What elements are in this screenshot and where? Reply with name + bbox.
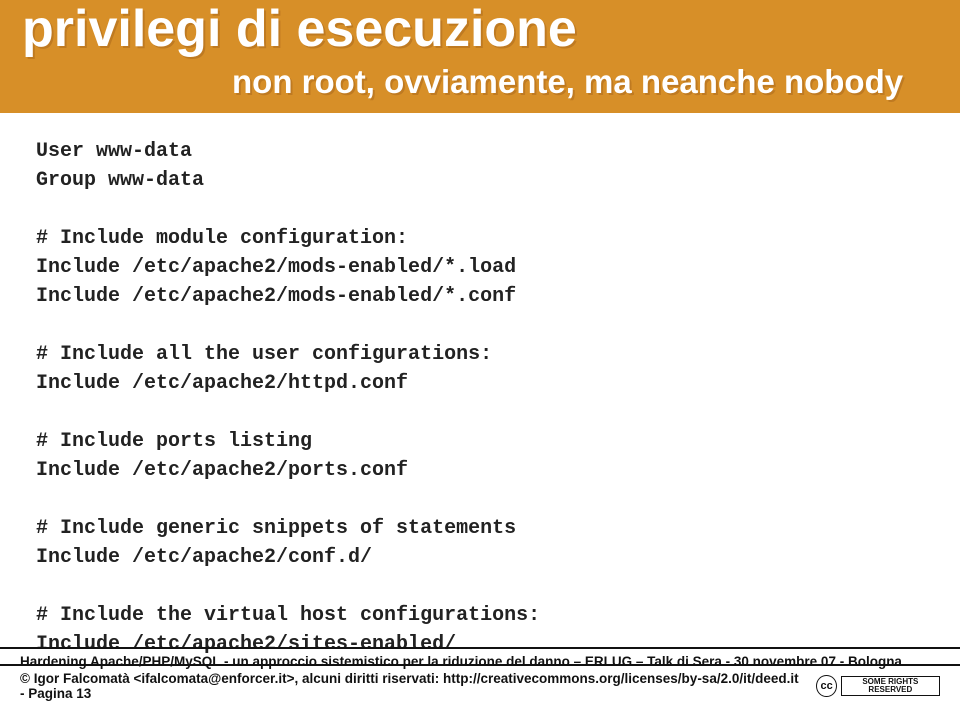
- config-code-block: User www-data Group www-data # Include m…: [36, 137, 924, 659]
- cc-caption: SOME RIGHTS RESERVED: [841, 676, 940, 696]
- cc-badge: cc SOME RIGHTS RESERVED: [816, 675, 940, 697]
- footer-line-2: © Igor Falcomatà <ifalcomata@enforcer.it…: [0, 664, 960, 701]
- slide-body: User www-data Group www-data # Include m…: [0, 113, 960, 659]
- slide-subtitle: non root, ovviamente, ma neanche nobody: [232, 63, 938, 101]
- slide-header: privilegi di esecuzione non root, ovviam…: [0, 0, 960, 113]
- footer-copyright-text: © Igor Falcomatà <ifalcomata@enforcer.it…: [20, 671, 806, 701]
- slide: privilegi di esecuzione non root, ovviam…: [0, 0, 960, 711]
- slide-title: privilegi di esecuzione: [22, 2, 938, 57]
- cc-icon: cc: [816, 675, 836, 697]
